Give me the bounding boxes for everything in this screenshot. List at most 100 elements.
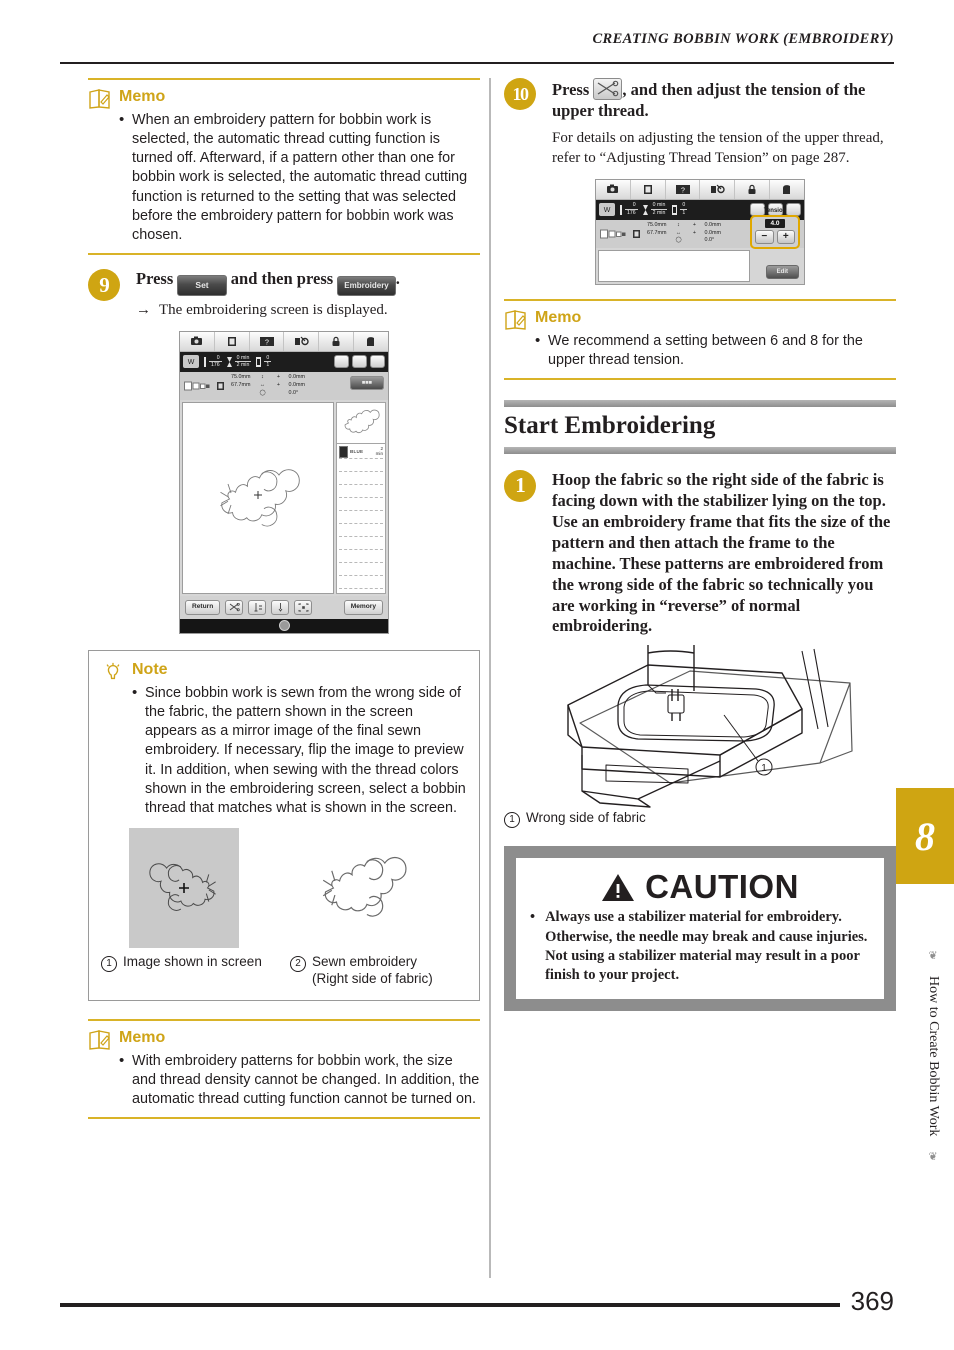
warning-triangle-icon <box>602 874 635 902</box>
pattern-canvas[interactable] <box>182 401 334 594</box>
thread-list-item[interactable] <box>339 524 383 537</box>
thread-color-list: BLUE 2 min <box>336 443 386 594</box>
callout-number-2: 2 <box>290 955 306 972</box>
pattern-sewn-image <box>322 856 407 917</box>
return-button[interactable]: Return <box>185 600 221 615</box>
step-1-badge: 1 <box>504 469 536 502</box>
set-key-graphic: Set <box>177 275 227 296</box>
right-column: 10 Press , and then adjust the tension o… <box>504 78 896 1011</box>
caution-bullet: • <box>530 909 536 926</box>
home-icon[interactable] <box>770 179 804 199</box>
embroidery-screen: ? W 0 176 0 min 2 min 0 1 75.0mm 67.7mm … <box>179 330 389 634</box>
mirror-icon[interactable] <box>370 355 385 369</box>
offset-values: 0.0mm 0.0mm 0.0° <box>288 374 304 397</box>
figure-sewn-image <box>291 828 467 948</box>
needle-down-icon[interactable] <box>271 599 290 615</box>
size-height: 75.0mm <box>647 221 667 228</box>
pattern-mirror-image <box>149 863 216 911</box>
tension-value: 4.0 <box>765 218 785 228</box>
thread-list-item[interactable]: BLUE 2 min <box>339 445 383 459</box>
tension-screen-figure: ? W 0 176 0 min 2 min 0 1 75.0mm 67.7mm … <box>504 178 896 285</box>
tension-label: Tension <box>763 207 787 214</box>
lock-icon[interactable] <box>735 179 771 199</box>
section-bar-bottom <box>504 446 896 454</box>
caution-body: • Always use a stabilizer material for e… <box>530 908 870 985</box>
time-counter: 0 min 2 min <box>642 202 668 216</box>
bobbin-work-icon: W <box>599 203 615 216</box>
needle-position-icon[interactable] <box>248 599 267 615</box>
page-header: CREATING BOBBIN WORK (EMBROIDERY) <box>60 30 894 48</box>
left-column: Memo When an embroidery pattern for bobb… <box>88 78 480 1120</box>
edit-button[interactable]: Edit <box>765 264 799 279</box>
rotation: 0.0° <box>704 237 715 244</box>
tension-plus-button[interactable]: + <box>776 229 795 244</box>
memo-book-icon <box>89 1029 110 1050</box>
image-icon[interactable] <box>352 355 367 369</box>
screen-toolbar: ? <box>180 331 388 352</box>
arrow-right-icon: → <box>136 301 151 319</box>
figure-screen-image <box>101 827 277 948</box>
step-10: 10 Press , and then adjust the tension o… <box>504 78 896 169</box>
tension-offset-signs: + + <box>692 221 697 236</box>
embroidery-key-graphic: Embroidery <box>337 276 396 297</box>
thread-cut-icon[interactable] <box>225 599 244 615</box>
size-axis-icons: ↕ ↔ ◯ <box>259 374 266 396</box>
size-width: 67.7mm <box>647 229 667 236</box>
embroidery-frame-illustration: 1 <box>567 645 853 809</box>
memo-box-right: Memo We recommend a setting between 6 an… <box>504 298 896 380</box>
needle-icon[interactable] <box>284 331 320 351</box>
trial-frame-icon[interactable] <box>294 599 313 615</box>
thread-list-item[interactable] <box>339 511 383 524</box>
rotation: 0.0° <box>288 389 299 396</box>
color-counter: 0 1 <box>255 355 272 368</box>
thread-list-item[interactable] <box>339 459 383 472</box>
thread-list-item[interactable] <box>339 498 383 511</box>
needle-icon[interactable] <box>700 179 736 199</box>
home-icon[interactable] <box>354 331 388 351</box>
note-box: Note Since bobbin work is sewn from the … <box>88 649 480 1001</box>
page-icon[interactable] <box>630 179 666 199</box>
camera-icon[interactable] <box>596 179 631 199</box>
tension-minus-button[interactable]: − <box>755 229 774 244</box>
power-indicator-icon <box>278 620 290 632</box>
step-10-body: For details on adjusting the tension of … <box>552 129 884 166</box>
pattern-thumbnail[interactable] <box>336 401 386 444</box>
memo-box-bottom: Memo With embroidery patterns for bobbin… <box>88 1018 480 1120</box>
memory-button[interactable]: Memory <box>343 600 383 615</box>
illustration-callout-number: 1 <box>761 763 767 774</box>
page-icon[interactable] <box>214 331 250 351</box>
camera-icon[interactable] <box>180 331 215 351</box>
section-bar-top <box>504 399 896 407</box>
help-icon[interactable]: ? <box>249 331 285 351</box>
thread-name: BLUE <box>350 449 364 455</box>
grid-icon[interactable] <box>334 355 349 369</box>
header-title: CREATING BOBBIN WORK (EMBROIDERY) <box>592 31 894 47</box>
thread-list-item[interactable] <box>339 550 383 563</box>
svg-text:?: ? <box>681 187 685 194</box>
tension-offset-values: 0.0mm 0.0mm 0.0° <box>704 222 720 245</box>
time-total: 2 min <box>652 209 666 216</box>
step-9-text: Press Set and then press Embroidery. <box>136 269 480 297</box>
header-rule <box>60 62 894 64</box>
thread-list-item[interactable] <box>339 537 383 550</box>
memo-body-right: We recommend a setting between 6 and 8 f… <box>504 330 896 370</box>
chapter-vertical-title-wrap: ❦ How to Create Bobbin Work ❦ <box>918 896 948 1216</box>
step-9-text-middle: and then press <box>230 269 334 289</box>
tension-buttons: − + <box>755 229 795 244</box>
thread-list-item[interactable] <box>339 576 383 589</box>
lock-icon[interactable] <box>319 331 355 351</box>
step-1: 1 Hoop the fabric so the right side of t… <box>504 469 896 638</box>
size-height: 75.0mm <box>231 374 251 381</box>
tension-screen: ? W 0 176 0 min 2 min 0 1 75.0mm 67.7mm … <box>595 178 805 285</box>
thread-list-item[interactable] <box>339 485 383 498</box>
note-title: Note <box>132 660 168 678</box>
step-9-badge: 9 <box>88 269 120 302</box>
svg-text:?: ? <box>265 339 269 346</box>
edit-button[interactable]: ■■■ <box>349 375 384 390</box>
help-icon[interactable]: ? <box>665 179 701 199</box>
thread-list-item[interactable] <box>339 563 383 576</box>
thread-list-item[interactable] <box>339 472 383 485</box>
thread-time: 2 min <box>375 446 383 456</box>
memo-body-bottom: With embroidery patterns for bobbin work… <box>88 1051 480 1109</box>
memo-title-right: Memo <box>535 308 582 326</box>
